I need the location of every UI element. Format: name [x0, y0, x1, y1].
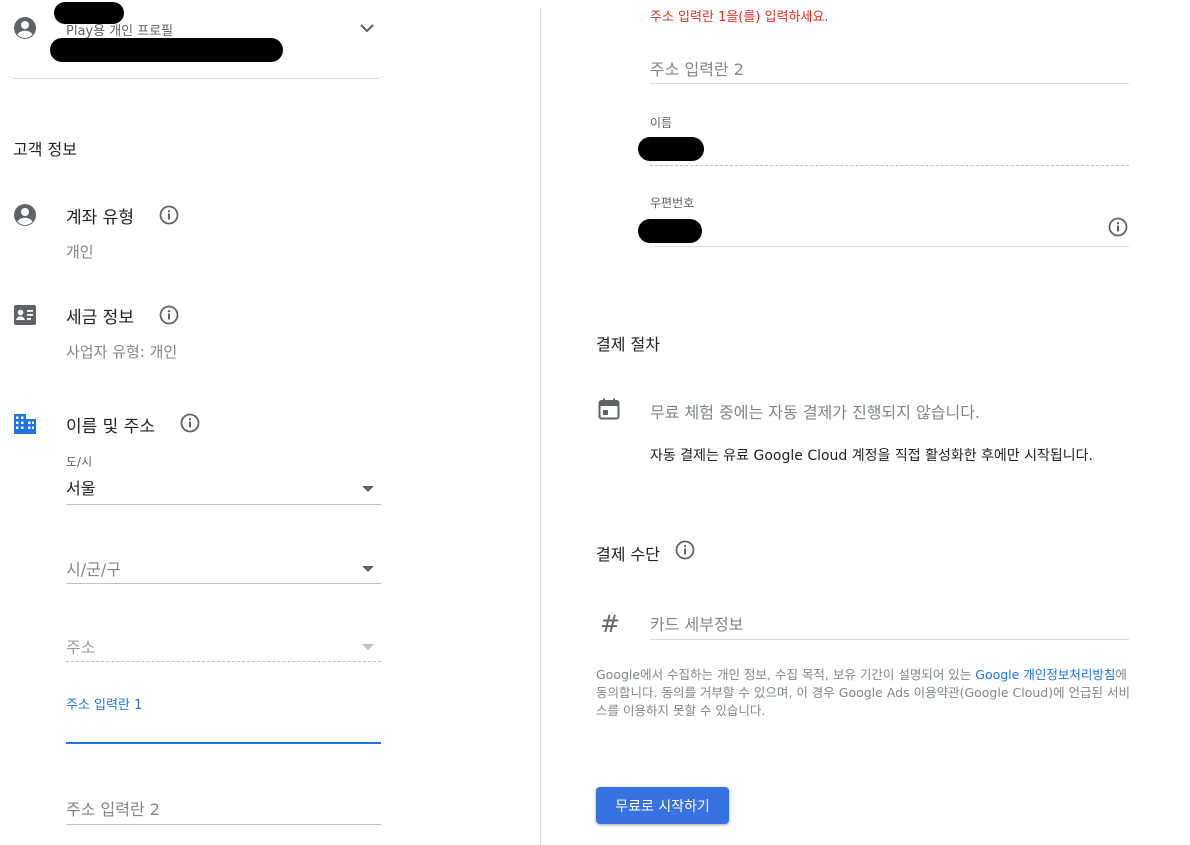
name-address-info-icon[interactable]: [180, 413, 200, 433]
billing-title: 결제 절차: [596, 335, 660, 354]
column-divider: [540, 8, 541, 845]
calendar-icon: [598, 398, 620, 420]
province-select[interactable]: 도/시 서울: [66, 450, 381, 506]
tax-info-info-icon[interactable]: [159, 305, 179, 325]
name-input[interactable]: 이름: [638, 110, 1129, 168]
privacy-policy-link[interactable]: Google 개인정보처리방침: [975, 667, 1115, 682]
address-select[interactable]: 주소: [66, 630, 381, 664]
city-select[interactable]: 시/군/구: [66, 552, 381, 586]
address-line2-placeholder: 주소 입력란 2: [650, 60, 744, 79]
account-circle-icon: [14, 17, 36, 39]
profile-subtitle: Play용 개인 프로필: [66, 24, 174, 39]
profile-header[interactable]: Play용 개인 프로필: [0, 0, 390, 80]
person-icon: [14, 204, 36, 226]
account-type-label: 계좌 유형: [66, 208, 134, 228]
billing-auto-text: 자동 결제는 유료 Google Cloud 계정을 직접 활성화한 후에만 시…: [650, 448, 1093, 464]
city-dropdown-icon: [362, 566, 374, 572]
account-type-value: 개인: [66, 243, 94, 261]
account-type-info-icon[interactable]: [159, 205, 179, 225]
postal-code-label: 우편번호: [650, 196, 695, 210]
name-address-label: 이름 및 주소: [66, 417, 156, 437]
address-line2-input[interactable]: 주소 입력란 2: [650, 50, 1129, 86]
payment-title: 결제 수단: [596, 545, 660, 564]
payment-info-icon[interactable]: [675, 540, 695, 560]
address-error-message: 주소 입력란 1을(를) 입력하세요.: [650, 10, 829, 25]
profile-divider: [12, 78, 380, 79]
card-details-input[interactable]: 카드 세부정보: [650, 607, 1129, 641]
tax-info-label: 세금 정보: [66, 308, 134, 328]
address-dropdown-icon: [362, 644, 374, 650]
province-value: 서울: [66, 479, 96, 498]
address-line2-left-placeholder: 주소 입력란 2: [66, 800, 160, 819]
province-label: 도/시: [66, 455, 93, 469]
address-line1-label: 주소 입력란 1: [66, 698, 143, 713]
name-label: 이름: [650, 116, 673, 130]
customer-info-title: 고객 정보: [13, 140, 77, 159]
address-line2-left-input[interactable]: 주소 입력란 2: [66, 792, 381, 826]
card-details-placeholder: 카드 세부정보: [650, 615, 744, 634]
consent-text: Google에서 수집하는 개인 정보, 수집 목적, 보유 기간이 설명되어 …: [596, 666, 1131, 720]
city-placeholder: 시/군/구: [66, 560, 121, 579]
redacted-name-value: [638, 137, 704, 161]
building-icon: [14, 414, 36, 434]
hash-icon: #: [600, 610, 621, 638]
id-card-icon: [14, 305, 36, 325]
postal-code-input[interactable]: 우편번호: [638, 190, 1129, 248]
start-free-button[interactable]: 무료로 시작하기: [596, 787, 729, 824]
redacted-postal-value: [638, 219, 702, 243]
address-placeholder: 주소: [66, 638, 96, 657]
billing-trial-text: 무료 체험 중에는 자동 결제가 진행되지 않습니다.: [650, 403, 981, 422]
address-line1-input[interactable]: 주소 입력란 1: [66, 690, 381, 746]
consent-text-part1: Google에서 수집하는 개인 정보, 수집 목적, 보유 기간이 설명되어 …: [596, 667, 976, 682]
tax-info-value: 사업자 유형: 개인: [66, 343, 178, 361]
redacted-profile-email: [50, 38, 283, 62]
postal-code-info-icon[interactable]: [1108, 217, 1128, 237]
province-dropdown-icon: [362, 486, 374, 492]
chevron-down-icon[interactable]: [358, 21, 376, 35]
